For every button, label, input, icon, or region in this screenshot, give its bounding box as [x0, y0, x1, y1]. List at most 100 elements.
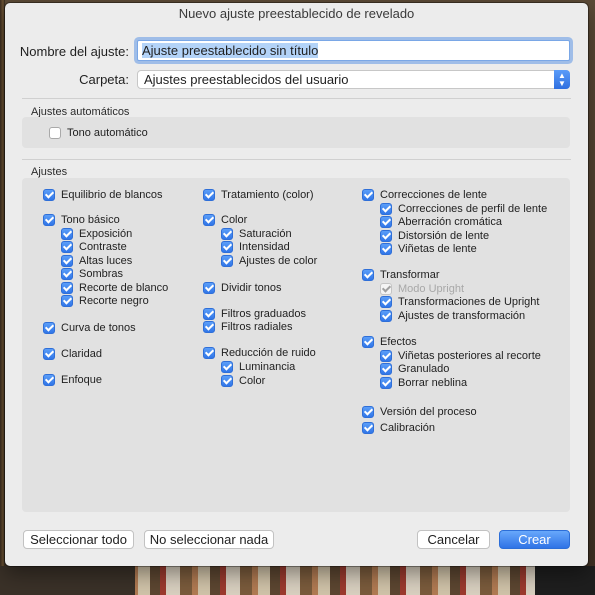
cb-label: Versión del proceso — [380, 405, 477, 418]
cb-basic-tone[interactable]: Tono básico — [43, 213, 120, 226]
cb-nr-color[interactable]: Color — [221, 374, 265, 387]
checkbox-checked-icon — [61, 294, 73, 307]
checkbox-checked-icon — [221, 227, 233, 240]
cb-lens-profile[interactable]: Correcciones de perfil de lente — [380, 202, 547, 215]
cb-label: Exposición — [79, 227, 133, 240]
cb-label: Granulado — [398, 362, 450, 375]
cb-lens-distortion[interactable]: Distorsión de lente — [380, 229, 489, 242]
folder-select-value: Ajustes preestablecidos del usuario — [144, 72, 349, 87]
checkbox-empty-icon — [49, 126, 61, 139]
cb-treatment[interactable]: Tratamiento (color) — [203, 188, 314, 201]
cb-post-crop-vignette[interactable]: Viñetas posteriores al recorte — [380, 349, 541, 362]
cb-label: Tono básico — [61, 213, 120, 226]
checkbox-checked-icon — [380, 309, 392, 322]
cb-chromatic-aberration[interactable]: Aberración cromática — [380, 215, 502, 228]
checkbox-checked-icon — [362, 405, 374, 418]
folder-label: Carpeta: — [79, 72, 129, 87]
checkbox-checked-icon — [203, 320, 215, 333]
folder-select[interactable]: Ajustes preestablecidos del usuario ▲ ▼ — [137, 70, 570, 89]
checkbox-checked-icon — [61, 240, 73, 253]
cb-shadows[interactable]: Sombras — [61, 267, 123, 280]
cb-label: Sombras — [79, 267, 124, 280]
cb-white-clip[interactable]: Recorte de blanco — [61, 281, 168, 294]
cb-label: Borrar neblina — [398, 376, 468, 389]
cb-label: Correcciones de lente — [380, 188, 488, 201]
cb-color[interactable]: Color — [203, 213, 247, 226]
cb-white-balance[interactable]: Equilibrio de blancos — [43, 188, 163, 201]
cb-graduated-filters[interactable]: Filtros graduados — [203, 307, 306, 320]
cb-label: Viñetas de lente — [398, 242, 477, 255]
cb-sharpening[interactable]: Enfoque — [43, 373, 102, 386]
settings-group: Equilibrio de blancos Tono básico Exposi… — [22, 178, 570, 512]
cb-black-clip[interactable]: Recorte negro — [61, 294, 149, 307]
cb-label: Dividir tonos — [221, 281, 282, 294]
cb-luminance[interactable]: Luminancia — [221, 360, 295, 373]
cb-noise-reduction[interactable]: Reducción de ruido — [203, 346, 316, 359]
checkbox-checked-icon — [362, 268, 374, 281]
cb-label: Equilibrio de blancos — [61, 188, 163, 201]
select-all-button[interactable]: Seleccionar todo — [23, 530, 134, 549]
cb-label: Aberración cromática — [398, 215, 502, 228]
new-develop-preset-dialog: Nuevo ajuste preestablecido de revelado … — [5, 3, 588, 566]
checkbox-checked-icon — [221, 360, 233, 373]
cb-label: Transformar — [380, 268, 440, 281]
cb-vibrance[interactable]: Intensidad — [221, 240, 290, 253]
cb-upright-mode: Modo Upright — [380, 282, 464, 295]
checkbox-checked-icon — [362, 335, 374, 348]
cb-color-adjust[interactable]: Ajustes de color — [221, 254, 317, 267]
create-button[interactable]: Crear — [499, 530, 570, 549]
cb-transform[interactable]: Transformar — [362, 268, 440, 281]
cb-label: Correcciones de perfil de lente — [398, 202, 548, 215]
dialog-title: Nuevo ajuste preestablecido de revelado — [178, 6, 415, 21]
cb-highlights[interactable]: Altas luces — [61, 254, 132, 267]
cb-label: Saturación — [239, 227, 292, 240]
cb-label: Reducción de ruido — [221, 346, 316, 359]
preset-name-label: Nombre del ajuste: — [19, 44, 129, 59]
cb-label: Distorsión de lente — [398, 229, 490, 242]
cb-process-version[interactable]: Versión del proceso — [362, 405, 477, 418]
checkbox-checked-icon — [43, 213, 55, 226]
checkbox-checked-icon — [362, 188, 374, 201]
auto-tone-label: Tono automático — [67, 126, 148, 139]
cb-label: Filtros graduados — [221, 307, 306, 320]
cb-label: Claridad — [61, 347, 102, 360]
cb-calibration[interactable]: Calibración — [362, 421, 435, 434]
cb-label: Modo Upright — [398, 282, 465, 295]
preset-name-input[interactable]: Ajuste preestablecido sin título — [137, 40, 570, 61]
cb-radial-filters[interactable]: Filtros radiales — [203, 320, 293, 333]
cb-contrast[interactable]: Contraste — [61, 240, 127, 253]
cb-label: Filtros radiales — [221, 320, 293, 333]
cb-label: Transformaciones de Upright — [398, 295, 540, 308]
checkbox-checked-icon — [61, 227, 73, 240]
checkbox-checked-icon — [203, 188, 215, 201]
cb-split-toning[interactable]: Dividir tonos — [203, 281, 282, 294]
checkbox-checked-icon — [203, 213, 215, 226]
cb-label: Color — [239, 374, 266, 387]
checkbox-checked-icon — [61, 281, 73, 294]
cb-grain[interactable]: Granulado — [380, 362, 449, 375]
cb-lens-corrections[interactable]: Correcciones de lente — [362, 188, 487, 201]
select-none-button[interactable]: No seleccionar nada — [144, 530, 274, 549]
checkbox-checked-icon — [61, 254, 73, 267]
cb-saturation[interactable]: Saturación — [221, 227, 292, 240]
cb-exposure[interactable]: Exposición — [61, 227, 132, 240]
cb-transform-adjust[interactable]: Ajustes de transformación — [380, 309, 525, 322]
checkbox-checked-icon — [380, 215, 392, 228]
cb-label: Altas luces — [79, 254, 133, 267]
auto-tone-checkbox[interactable]: Tono automático — [49, 126, 148, 139]
cb-label: Ajustes de transformación — [398, 309, 526, 322]
cb-lens-vignetting[interactable]: Viñetas de lente — [380, 242, 477, 255]
checkbox-checked-icon — [380, 229, 392, 242]
cb-effects[interactable]: Efectos — [362, 335, 417, 348]
cb-clarity[interactable]: Claridad — [43, 347, 102, 360]
cb-label: Color — [221, 213, 248, 226]
checkbox-checked-icon — [380, 202, 392, 215]
cb-upright-transforms[interactable]: Transformaciones de Upright — [380, 295, 539, 308]
cb-label: Curva de tonos — [61, 321, 136, 334]
cb-tone-curve[interactable]: Curva de tonos — [43, 321, 136, 334]
cb-label: Contraste — [79, 240, 127, 253]
cancel-button[interactable]: Cancelar — [417, 530, 490, 549]
chevron-updown-icon: ▲ ▼ — [554, 70, 570, 89]
auto-settings-group: Tono automático — [22, 117, 570, 148]
cb-dehaze[interactable]: Borrar neblina — [380, 376, 467, 389]
